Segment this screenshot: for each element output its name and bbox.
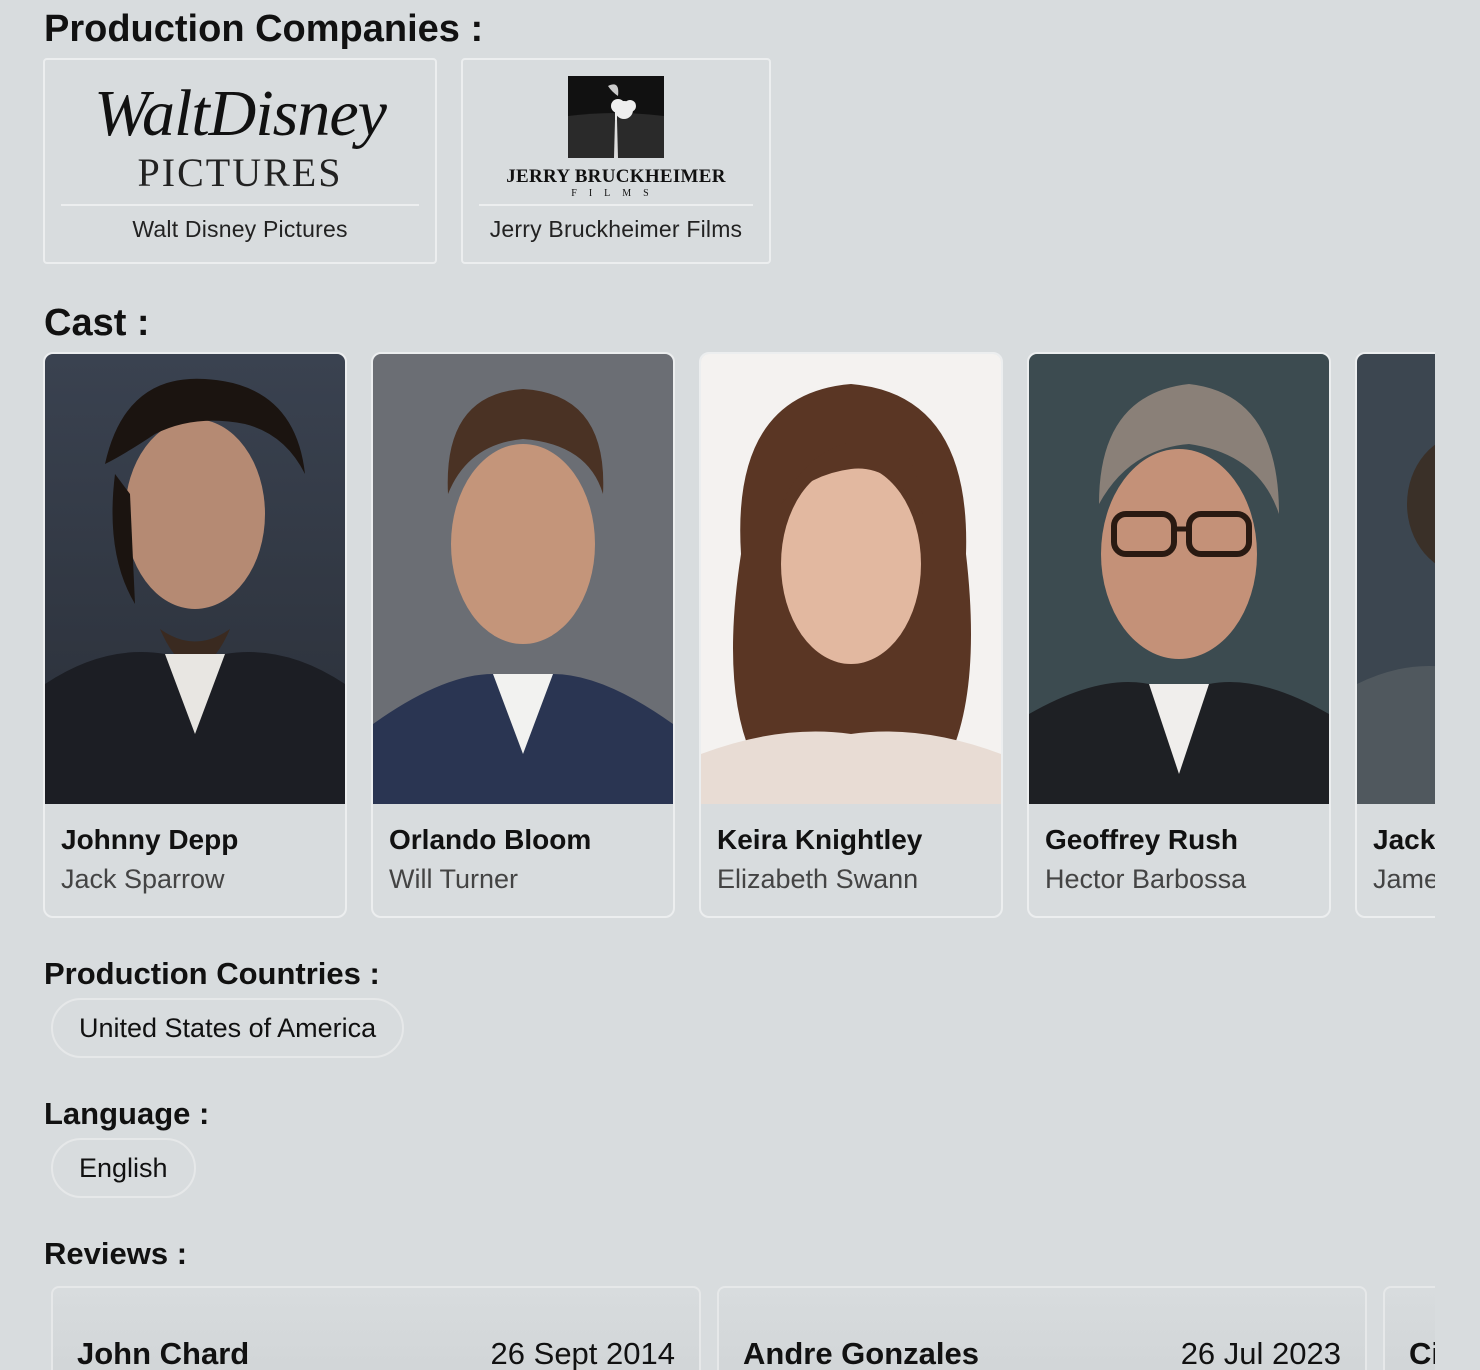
cast-card[interactable]: Johnny Depp Jack Sparrow bbox=[43, 352, 347, 918]
cast-card[interactable]: Orlando Bloom Will Turner bbox=[371, 352, 675, 918]
actor-name: Geoffrey Rush bbox=[1045, 824, 1238, 855]
cast-card[interactable]: Keira Knightley Elizabeth Swann bbox=[699, 352, 1003, 918]
review-author: Ci bbox=[1409, 1336, 1435, 1370]
tree-road-icon bbox=[567, 75, 664, 158]
actor-name: Jack bbox=[1373, 824, 1435, 855]
actor-photo bbox=[45, 354, 345, 804]
country-chip[interactable]: United States of America bbox=[51, 998, 405, 1058]
character-name: Jack Sparrow bbox=[61, 864, 225, 894]
cast-heading: Cast : bbox=[44, 302, 150, 344]
company-card-walt-disney[interactable]: WaltDisney PICTURES Walt Disney Pictures bbox=[43, 58, 437, 264]
cast-carousel[interactable]: Johnny Depp Jack Sparrow Orlando Bloom W… bbox=[43, 352, 1435, 918]
actor-name: Orlando Bloom bbox=[389, 824, 592, 855]
company-name: Walt Disney Pictures bbox=[132, 216, 348, 242]
actor-photo bbox=[373, 354, 673, 804]
production-countries-heading: Production Countries : bbox=[44, 956, 380, 991]
character-name: Elizabeth Swann bbox=[717, 864, 919, 894]
actor-name: Johnny Depp bbox=[61, 824, 239, 855]
jerry-bruckheimer-logo: JERRY BRUCKHEIMER FILMS bbox=[479, 70, 753, 206]
review-date: 26 Jul 2023 bbox=[1180, 1336, 1341, 1370]
character-name: Will Turner bbox=[389, 864, 519, 894]
reviews-carousel[interactable]: John Chard 26 Sept 2014 Andre Gonzales 2… bbox=[51, 1286, 1435, 1370]
walt-disney-logo: WaltDisney PICTURES bbox=[61, 70, 419, 206]
reviews-heading: Reviews : bbox=[44, 1236, 188, 1271]
review-card[interactable]: John Chard 26 Sept 2014 bbox=[51, 1286, 701, 1370]
company-name: Jerry Bruckheimer Films bbox=[489, 216, 743, 242]
review-card[interactable]: Ci bbox=[1383, 1286, 1435, 1370]
actor-photo bbox=[1029, 354, 1329, 804]
actor-photo bbox=[701, 354, 1001, 804]
character-name: Hector Barbossa bbox=[1045, 864, 1247, 894]
language-heading: Language : bbox=[44, 1096, 210, 1131]
actor-name: Keira Knightley bbox=[717, 824, 923, 855]
review-date: 26 Sept 2014 bbox=[490, 1336, 675, 1370]
actor-photo bbox=[1357, 354, 1435, 804]
review-author: John Chard bbox=[77, 1336, 250, 1370]
cast-card[interactable]: Geoffrey Rush Hector Barbossa bbox=[1027, 352, 1331, 918]
production-companies-heading: Production Companies : bbox=[44, 8, 484, 50]
cast-card[interactable]: Jack Jame bbox=[1355, 352, 1435, 918]
character-name: Jame bbox=[1373, 864, 1435, 894]
review-card[interactable]: Andre Gonzales 26 Jul 2023 bbox=[717, 1286, 1367, 1370]
language-chip[interactable]: English bbox=[51, 1138, 196, 1198]
review-author: Andre Gonzales bbox=[743, 1336, 979, 1370]
company-card-jerry-bruckheimer[interactable]: JERRY BRUCKHEIMER FILMS Jerry Bruckheime… bbox=[461, 58, 771, 264]
